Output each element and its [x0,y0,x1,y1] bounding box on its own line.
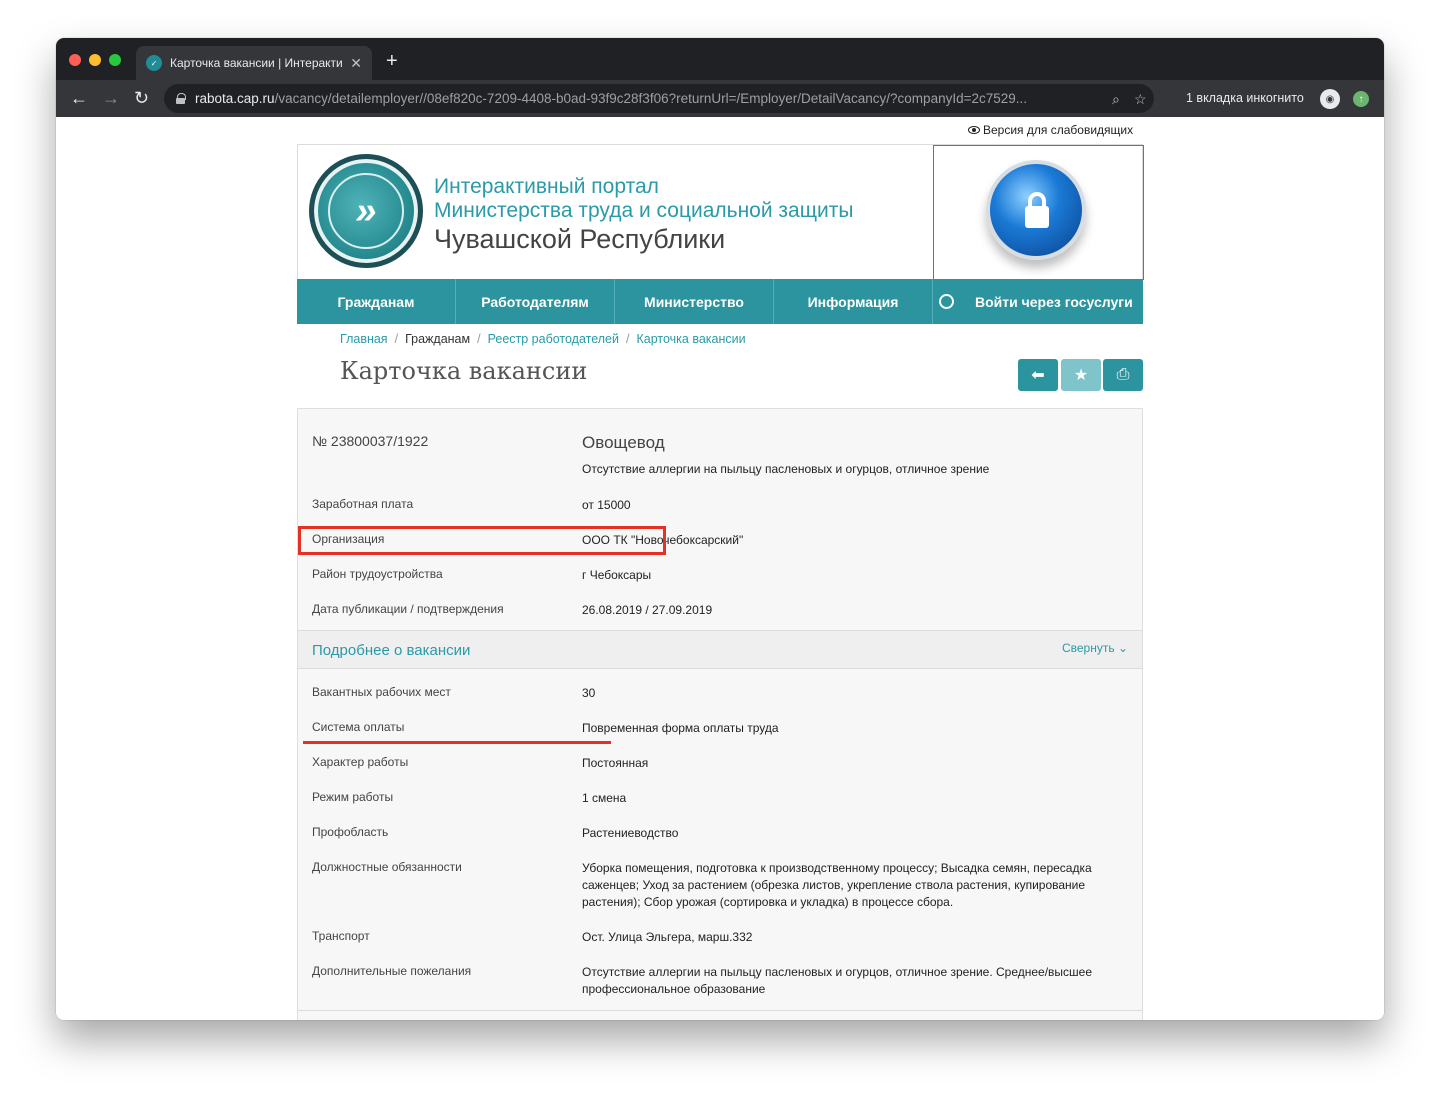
vacancy-number: № 23800037/1922 [312,433,429,449]
date-label: Дата публикации / подтверждения [312,602,504,616]
gosuslugi-login-button[interactable]: Войти через госуслуги [933,279,1143,324]
chevron-down-icon: ⌄ [1114,641,1128,655]
salary-value: от 15000 [582,498,631,512]
vacancies-highlight-underline [303,741,611,744]
ministry-logo[interactable]: » [309,154,423,268]
menu-item-citizens[interactable]: Гражданам [297,279,456,324]
portal-title: Интерактивный портал Министерства труда … [434,175,853,255]
printer-icon: ⎙ [1116,366,1130,383]
extension-icon[interactable]: ↑ [1353,91,1369,107]
district-label: Район трудоустройства [312,567,443,581]
detail-label: Должностные обязанности [312,860,462,874]
detail-label: Вакантных рабочих мест [312,685,451,699]
site-favicon-icon: ✓ [146,55,162,71]
vacancy-description: Отсутствие аллергии на пыльцу пасленовых… [582,462,990,476]
breadcrumb-home[interactable]: Главная [340,332,388,346]
menu-item-information[interactable]: Информация [774,279,933,324]
favorite-button[interactable]: ★ [1061,359,1101,391]
incognito-label: 1 вкладка инкогнито [1186,91,1304,105]
browser-window: ✓ Карточка вакансии | Интеракти ✕ + ← → … [56,38,1384,1020]
detail-value: 1 смена [582,791,627,805]
collapse-toggle[interactable]: Свернуть ⌄ [1062,641,1128,655]
portal-title-line3: Чувашской Республики [434,224,726,254]
menu-item-employers[interactable]: Работодателям [456,279,615,324]
portal-title-line2: Министерства труда и социальной защиты [434,199,854,222]
accessibility-version-link[interactable]: Версия для слабовидящих [968,123,1133,137]
detail-value: Растениеводство [582,826,679,840]
breadcrumb-current[interactable]: Карточка вакансии [636,332,745,346]
card-divider [298,1010,1142,1011]
detail-label: Дополнительные пожелания [312,964,472,978]
breadcrumb: Главная / Гражданам / Реестр работодателей / К… [340,332,746,346]
vacancy-title: Овощевод [582,433,665,452]
detail-label: Режим работы [312,790,394,804]
date-value: 26.08.2019 / 27.09.2019 [582,603,713,617]
new-tab-icon[interactable]: + [386,50,398,73]
lock-icon [176,93,186,104]
district-value: г Чебоксары [582,568,652,582]
reload-icon[interactable]: ↻ [134,88,149,109]
details-section-header: Подробнее о вакансии Свернуть ⌄ [298,630,1142,669]
detail-label: Характер работы [312,755,409,769]
portal-title-line1: Интерактивный портал [434,175,659,198]
incognito-icon[interactable]: ◉ [1320,89,1340,109]
menu-item-ministry[interactable]: Министерство [615,279,774,324]
minimize-window-button[interactable] [89,54,101,66]
detail-value: Уборка помещения, подготовка к производс… [582,861,1092,909]
site-header: » Интерактивный портал Министерства труд… [297,144,1144,280]
close-window-button[interactable] [69,54,81,66]
back-button[interactable]: ⬅ [1018,359,1058,391]
salary-label: Заработная плата [312,497,414,511]
padlock-icon [986,160,1086,260]
print-button[interactable]: ⎙ [1103,359,1143,391]
logo-emblem-icon: » [328,173,404,249]
address-bar[interactable]: rabota.cap.ru/vacancy/detailemployer//08… [164,84,1154,113]
tab-title: Карточка вакансии | Интеракти [170,56,343,70]
salary-highlight-box [298,526,666,555]
detail-value: Повременная форма оплаты труда [582,721,779,735]
page-title: Карточка вакансии [340,357,588,385]
maximize-window-button[interactable] [109,54,121,66]
detail-label: Профобласть [312,825,389,839]
gosuslugi-banner[interactable] [933,145,1144,280]
detail-value: Отсутствие аллергии на пыльцу пасленовых… [582,965,1093,996]
browser-toolbar: ← → ↻ rabota.cap.ru/vacancy/detailemploy… [56,80,1384,117]
title-bar: ✓ Карточка вакансии | Интеракти ✕ + [56,38,1384,80]
page-content: Версия для слабовидящих » Интерактивный … [56,117,1384,1020]
zoom-icon[interactable]: ⌕ [1112,91,1120,108]
vacancy-card: № 23800037/1922 Овощевод Отсутствие алле… [297,408,1143,1020]
forward-arrow-icon[interactable]: → [102,88,120,109]
bookmark-star-icon[interactable]: ☆ [1134,91,1147,108]
detail-value: Ост. Улица Эльгера, марш.332 [582,930,753,944]
main-menu: Гражданам Работодателям Министерство Инф… [297,279,1143,324]
back-arrow-icon[interactable]: ← [70,88,88,109]
browser-tab[interactable]: ✓ Карточка вакансии | Интеракти ✕ [136,46,372,80]
eye-icon [968,126,980,134]
gosuslugi-login-label: Войти через госуслуги [975,293,1133,310]
detail-label: Система оплаты [312,720,405,734]
collapse-label: Свернуть [1061,641,1115,655]
breadcrumb-registry[interactable]: Реестр работодателей [488,332,619,346]
arrow-left-icon: ⬅ [1031,367,1045,384]
circle-icon [939,294,954,309]
details-section-title: Подробнее о вакансии [312,642,471,659]
detail-label: Транспорт [312,929,370,943]
breadcrumb-citizens: Гражданам [405,332,471,346]
close-tab-icon[interactable]: ✕ [350,55,362,72]
star-icon: ★ [1073,367,1089,384]
detail-value: 30 [582,686,596,700]
detail-value: Постоянная [582,756,649,770]
url-text: rabota.cap.ru/vacancy/detailemployer//08… [195,91,1028,106]
